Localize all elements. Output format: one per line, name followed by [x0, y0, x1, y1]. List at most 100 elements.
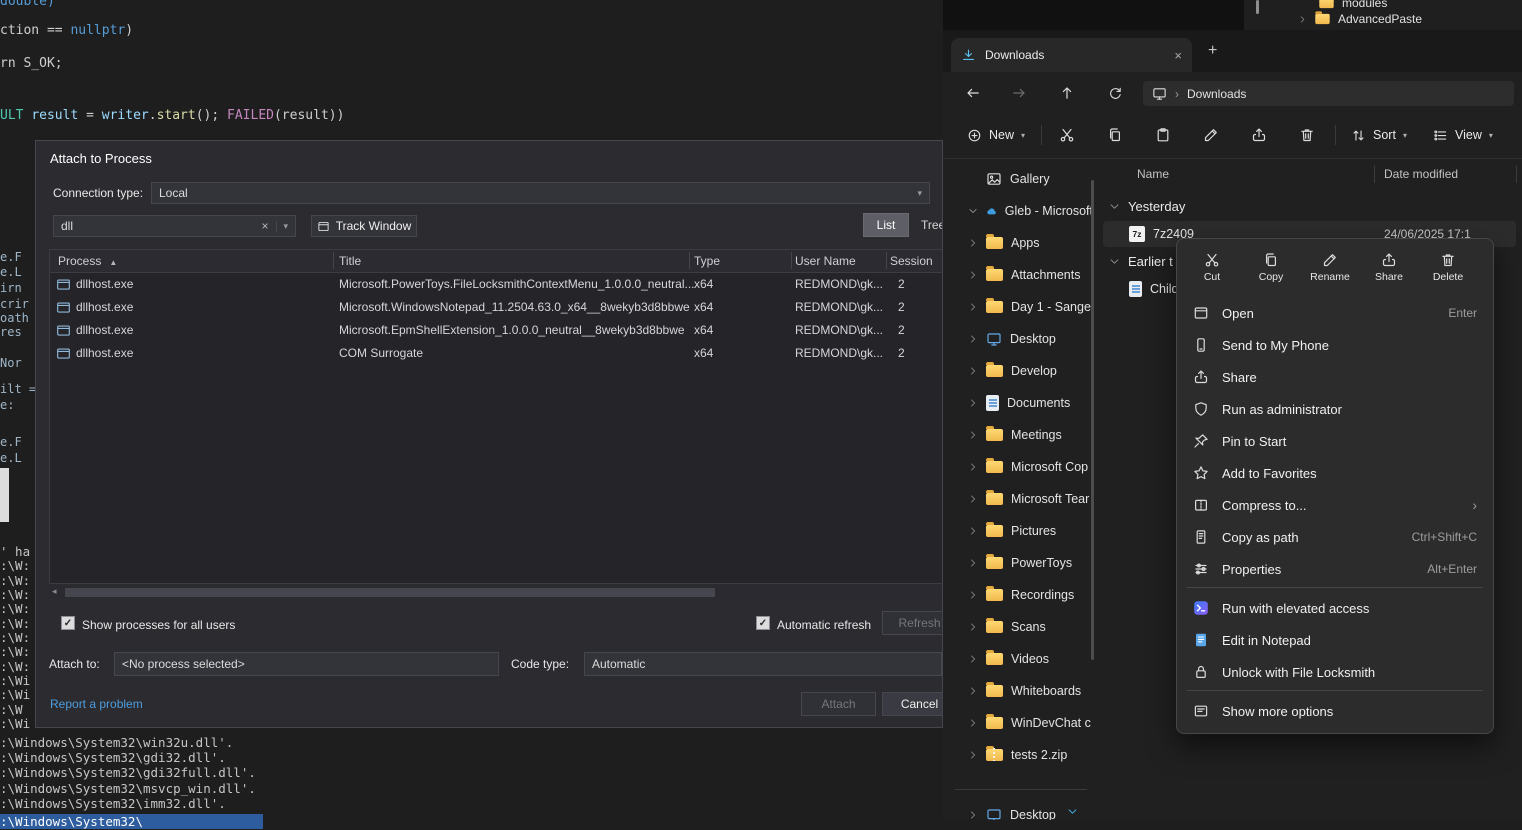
paste-button[interactable]	[1147, 119, 1179, 151]
new-tab-button[interactable]: +	[1208, 42, 1217, 60]
process-icon	[56, 346, 71, 361]
code-type-field[interactable]: Automatic	[584, 652, 942, 676]
tree-item-advancedpaste[interactable]: AdvancedPaste	[1298, 12, 1422, 26]
scrollbar-thumb[interactable]	[65, 588, 715, 597]
process-row[interactable]: dllhost.exe Microsoft.WindowsNotepad_11.…	[50, 296, 943, 319]
chevron-right-icon	[968, 270, 978, 280]
group-header-earlier[interactable]: Earlier t	[1109, 249, 1173, 273]
group-header-yesterday[interactable]: Yesterday	[1109, 194, 1185, 218]
track-window-button[interactable]: Track Window	[311, 215, 417, 237]
tree-item-modules[interactable]: modules	[1318, 0, 1387, 10]
process-table-header[interactable]: Process▲ Title Type User Name Session	[50, 250, 943, 273]
sidebar-item-develop[interactable]: Develop	[947, 356, 1093, 386]
sidebar-item-scans[interactable]: Scans	[947, 612, 1093, 642]
menu-item-show-more-options[interactable]: Show more options	[1182, 695, 1488, 727]
horizontal-scrollbar[interactable]: ◂	[49, 586, 943, 599]
view-button[interactable]: View ▾	[1425, 119, 1501, 151]
menu-item-edit-in-notepad[interactable]: Edit in Notepad	[1182, 624, 1488, 656]
attach-button[interactable]: Attach	[801, 692, 876, 716]
sidebar-item-powertoys[interactable]: PowerToys	[947, 548, 1093, 578]
folder-icon	[986, 493, 1003, 505]
clear-filter-icon[interactable]: ×	[261, 219, 268, 233]
copy-button[interactable]	[1099, 119, 1131, 151]
sidebar-item-microsoft-tear[interactable]: Microsoft Tear	[947, 484, 1093, 514]
open-icon	[1193, 305, 1209, 321]
up-button[interactable]	[1053, 80, 1081, 106]
sidebar-item-tests-zip[interactable]: tests 2.zip	[947, 740, 1093, 770]
menu-item-properties[interactable]: PropertiesAlt+Enter	[1182, 553, 1488, 585]
list-toggle-button[interactable]: List	[863, 213, 909, 237]
refresh-button[interactable]: Refresh	[882, 611, 943, 635]
sidebar-scrollbar[interactable]	[1091, 180, 1094, 660]
new-button[interactable]: New ▾	[957, 119, 1035, 151]
address-bar[interactable]: › Downloads	[1143, 81, 1514, 106]
scroll-left-icon[interactable]: ◂	[52, 586, 57, 597]
tree-scrollbar[interactable]	[1256, 0, 1259, 14]
sidebar-item-day1[interactable]: Day 1 - Sangee	[947, 292, 1093, 322]
tab-title: Downloads	[985, 48, 1044, 62]
quick-copy-button[interactable]: Copy	[1242, 244, 1300, 291]
menu-item-run-elevated[interactable]: Run with elevated access	[1182, 592, 1488, 624]
sidebar-item-desktop[interactable]: Desktop	[947, 324, 1093, 354]
sidebar-item-recordings[interactable]: Recordings	[947, 580, 1093, 610]
menu-item-share[interactable]: Share	[1182, 361, 1488, 393]
process-row[interactable]: dllhost.exe Microsoft.PowerToys.FileLock…	[50, 273, 943, 296]
rename-button[interactable]	[1195, 119, 1227, 151]
column-date-modified[interactable]: Date modified	[1384, 167, 1458, 181]
sidebar-item-onedrive[interactable]: Gleb - Microsoft	[947, 196, 1093, 226]
menu-item-open[interactable]: OpenEnter	[1182, 297, 1488, 329]
breadcrumb-downloads[interactable]: Downloads	[1187, 87, 1246, 101]
quick-share-button[interactable]: Share	[1360, 244, 1418, 291]
tab-close-icon[interactable]: ×	[1174, 48, 1182, 63]
chevron-right-icon	[968, 750, 978, 760]
code-fragment: e.F	[0, 250, 22, 264]
back-button[interactable]	[959, 80, 987, 106]
process-filter-input[interactable]: dll × ▾	[53, 215, 296, 237]
sidebar-item-gallery[interactable]: Gallery	[947, 164, 1093, 194]
sidebar-item-meetings[interactable]: Meetings	[947, 420, 1093, 450]
sort-button[interactable]: Sort ▾	[1345, 119, 1413, 151]
quick-cut-button[interactable]: Cut	[1183, 244, 1241, 291]
menu-item-add-to-favorites[interactable]: Add to Favorites	[1182, 457, 1488, 489]
menu-item-unlock-file-locksmith[interactable]: Unlock with File Locksmith	[1182, 656, 1488, 688]
forward-button[interactable]	[1005, 80, 1033, 106]
automatic-refresh-checkbox[interactable]: ✓	[756, 616, 770, 630]
cut-button[interactable]	[1051, 119, 1083, 151]
connection-type-dropdown[interactable]: Local ▾	[151, 182, 930, 204]
folder-icon	[986, 589, 1003, 601]
refresh-button[interactable]	[1101, 80, 1129, 106]
menu-item-pin-to-start[interactable]: Pin to Start	[1182, 425, 1488, 457]
sync-chevron-icon[interactable]	[1067, 806, 1078, 817]
menu-item-copy-as-path[interactable]: Copy as pathCtrl+Shift+C	[1182, 521, 1488, 553]
sidebar-item-whiteboards[interactable]: Whiteboards	[947, 676, 1093, 706]
sidebar-item-videos[interactable]: Videos	[947, 644, 1093, 674]
sidebar-item-pictures[interactable]: Pictures	[947, 516, 1093, 546]
sidebar-item-documents[interactable]: Documents	[947, 388, 1093, 418]
code-fragment: ilt =	[0, 382, 36, 396]
elevated-access-icon	[1193, 600, 1209, 616]
sidebar-item-attachments[interactable]: Attachments	[947, 260, 1093, 290]
chevron-down-icon[interactable]: ▾	[276, 221, 288, 232]
menu-item-run-as-administrator[interactable]: Run as administrator	[1182, 393, 1488, 425]
tab-downloads[interactable]: Downloads ×	[951, 38, 1192, 72]
report-a-problem-link[interactable]: Report a problem	[50, 697, 143, 711]
process-row[interactable]: dllhost.exe COM Surrogate x64 REDMOND\gk…	[50, 342, 943, 365]
code-fragment: Nor	[0, 356, 22, 370]
attach-to-field[interactable]: <No process selected>	[114, 652, 499, 676]
process-row[interactable]: dllhost.exe Microsoft.EpmShellExtension_…	[50, 319, 943, 342]
menu-item-send-to-phone[interactable]: Send to My Phone	[1182, 329, 1488, 361]
share-button[interactable]	[1243, 119, 1275, 151]
sidebar-item-windevchat[interactable]: WinDevChat c	[947, 708, 1093, 738]
column-name[interactable]: Name	[1137, 167, 1169, 181]
tree-toggle-button[interactable]: Tree	[921, 218, 943, 232]
sidebar-item-apps[interactable]: Apps	[947, 228, 1093, 258]
quick-delete-button[interactable]: Delete	[1419, 244, 1477, 291]
sidebar-item-microsoft-cop[interactable]: Microsoft Cop	[947, 452, 1093, 482]
quick-rename-button[interactable]: Rename	[1301, 244, 1359, 291]
show-all-users-checkbox[interactable]: ✓	[61, 616, 75, 630]
delete-button[interactable]	[1291, 119, 1323, 151]
document-icon	[1193, 529, 1209, 545]
cut-icon	[1059, 127, 1075, 143]
cancel-button[interactable]: Cancel	[882, 692, 943, 716]
menu-item-compress-to[interactable]: Compress to...›	[1182, 489, 1488, 521]
